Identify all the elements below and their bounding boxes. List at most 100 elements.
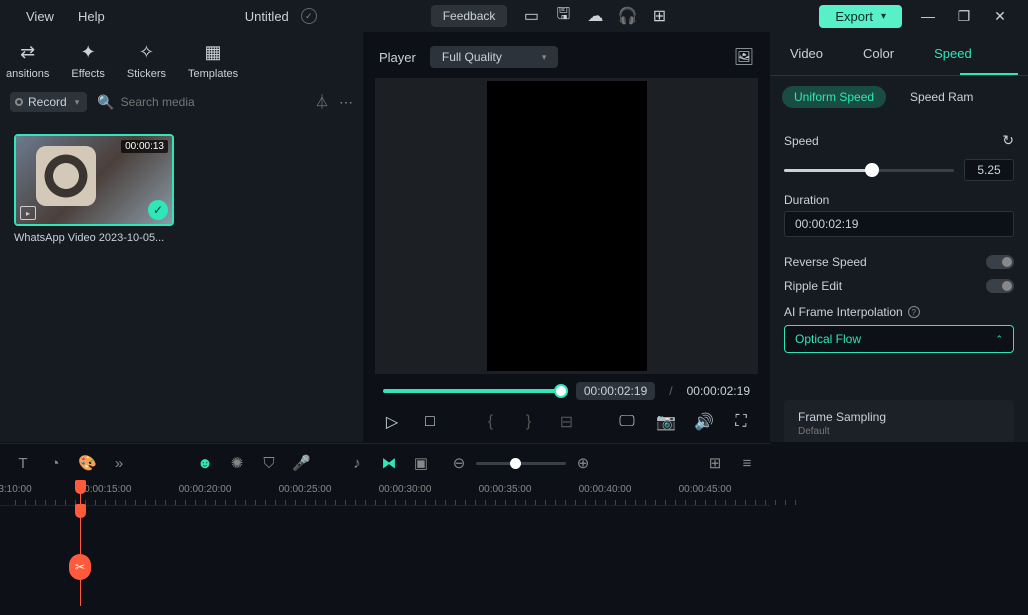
scrub-slider[interactable] [383,389,562,393]
quality-value: Full Quality [442,50,502,64]
menu-bar: View Help [8,9,105,24]
play-icon[interactable]: ▷ [383,412,401,432]
mark-out-icon[interactable]: } [520,413,538,431]
reverse-speed-toggle[interactable] [986,255,1014,269]
export-button[interactable]: Export ▾ [819,5,902,28]
display-icon[interactable]: 🖵 [618,413,636,431]
snapshot-icon[interactable]: 🖼 [734,47,754,67]
stop-icon[interactable]: □ [421,413,439,431]
fullscreen-icon[interactable]: ⛶ [732,413,750,431]
speed-value[interactable]: 5.25 [964,159,1014,181]
tab-transitions[interactable]: ⇄ ansitions [6,40,49,80]
zoom-slider[interactable] [476,462,566,465]
magnet-icon[interactable]: ⧓ [380,454,398,472]
top-bar: View Help Untitled ✓ Feedback ▭ 🖫 ☁ 🎧 ⊞ … [0,0,1028,32]
crop-icon[interactable]: ▣ [412,454,430,472]
properties-panel: Video Color Speed Uniform Speed Speed Ra… [770,32,1028,442]
more-tools-icon[interactable]: » [110,455,128,472]
timeline-tracks[interactable]: ✂ [0,506,770,606]
timeline-ruler[interactable]: 3:10:0000:00:15:0000:00:20:0000:00:25:00… [0,482,770,506]
tab-stickers[interactable]: ✧ Stickers [127,40,166,80]
speed-label: Speed [784,134,819,148]
grid-view-icon[interactable]: ⊞ [706,454,724,472]
duration-input[interactable]: 00:00:02:19 [784,211,1014,237]
tab-effects[interactable]: ✦ Effects [71,40,104,80]
reverse-speed-label: Reverse Speed [784,255,867,269]
time-current: 00:00:02:19 [576,382,655,400]
media-name: WhatsApp Video 2023-10-05... [14,232,174,244]
feedback-button[interactable]: Feedback [431,5,508,27]
mic-icon[interactable]: 🎤 [292,454,310,472]
shield-icon[interactable]: ⛉ [260,455,278,472]
media-library-panel: ⇄ ansitions ✦ Effects ✧ Stickers ▦ Templ… [0,32,363,442]
interp-selected: Optical Flow [795,332,861,346]
tab-templates[interactable]: ▦ Templates [188,40,238,80]
subtab-uniform-speed[interactable]: Uniform Speed [782,86,886,108]
settings-icon[interactable]: ≡ [738,455,756,472]
option-frame-sampling[interactable]: Frame Sampling Default [784,400,1014,442]
document-title: Untitled [245,9,289,24]
subtab-speed-ramp[interactable]: Speed Ram [898,86,985,108]
save-icon[interactable]: 🖫 [555,8,571,24]
media-type-icon: ▸ [20,206,36,220]
preview-panel: Player Full Quality ▾ 🖼 00:00:02:19 / 00… [367,32,766,442]
headphones-icon[interactable]: 🎧 [619,8,635,24]
media-thumbnail[interactable]: 00:00:13 ▸ ✓ [14,134,174,226]
palette-icon[interactable]: 🎨 [78,454,96,472]
search-input[interactable] [121,95,305,109]
music-icon[interactable]: ♪ [348,455,366,472]
record-label: Record [28,95,67,109]
cloud-icon[interactable]: ☁ [587,8,603,24]
search-icon: 🔍 [97,94,114,111]
tab-label: Effects [71,68,104,80]
media-added-icon: ✓ [148,200,168,220]
more-icon[interactable]: ⋯ [339,94,353,111]
option-title: Frame Sampling [798,410,1000,424]
speed-slider[interactable] [784,169,954,172]
close-button[interactable]: ✕ [990,6,1010,26]
camera-icon[interactable]: 📷 [656,412,674,432]
chevron-down-icon: ▾ [75,97,80,108]
effects-icon: ✦ [76,40,100,64]
quality-select[interactable]: Full Quality ▾ [430,46,559,68]
tab-speed[interactable]: Speed [914,32,992,75]
time-separator: / [669,384,672,398]
filter-icon[interactable]: ⏃ [315,92,329,112]
sync-status-icon: ✓ [301,8,317,24]
export-label: Export [835,9,873,24]
text-tool-icon[interactable]: T [14,455,32,472]
tab-color[interactable]: Color [843,32,914,75]
record-button[interactable]: Record ▾ [10,92,87,112]
menu-view[interactable]: View [26,9,54,24]
tab-label: ansitions [6,68,49,80]
media-item[interactable]: 00:00:13 ▸ ✓ WhatsApp Video 2023-10-05..… [14,134,174,244]
mark-in-icon[interactable]: { [482,413,500,431]
ripple-edit-toggle[interactable] [986,279,1014,293]
volume-icon[interactable]: 🔊 [694,412,712,432]
interp-dropdown[interactable]: Optical Flow ⌃ [784,325,1014,353]
ratio-icon[interactable]: ⊟ [558,412,576,432]
zoom-out-icon[interactable]: ⊖ [450,454,468,472]
device-icon[interactable]: ▭ [523,8,539,24]
timer-icon[interactable]: ◔ [46,455,64,472]
menu-help[interactable]: Help [78,9,105,24]
sparkle-icon[interactable]: ✺ [228,454,246,472]
ai-icon[interactable]: ☻ [196,455,214,472]
reset-icon[interactable]: ↻ [1002,132,1014,149]
qr-icon[interactable]: ⊞ [651,8,667,24]
ripple-edit-label: Ripple Edit [784,279,842,293]
slider-thumb[interactable] [865,163,879,177]
interp-label: AI Frame Interpolation [784,305,903,319]
tab-video[interactable]: Video [770,32,843,75]
scrub-handle[interactable] [554,384,568,398]
zoom-in-icon[interactable]: ⊕ [574,454,592,472]
media-duration: 00:00:13 [121,140,168,153]
help-icon[interactable]: ? [908,306,920,318]
cut-marker[interactable]: ✂ [69,554,91,580]
chevron-down-icon: ▾ [542,52,547,63]
preview-canvas[interactable] [375,78,758,374]
maximize-button[interactable]: ❐ [954,6,974,26]
tab-label: Templates [188,68,238,80]
timeline-panel: T ◔ 🎨 » ☻ ✺ ⛉ 🎤 ♪ ⧓ ▣ ⊖ ⊕ ⊞ ≡ 3:10:0000:… [0,443,770,615]
minimize-button[interactable]: — [918,6,938,26]
